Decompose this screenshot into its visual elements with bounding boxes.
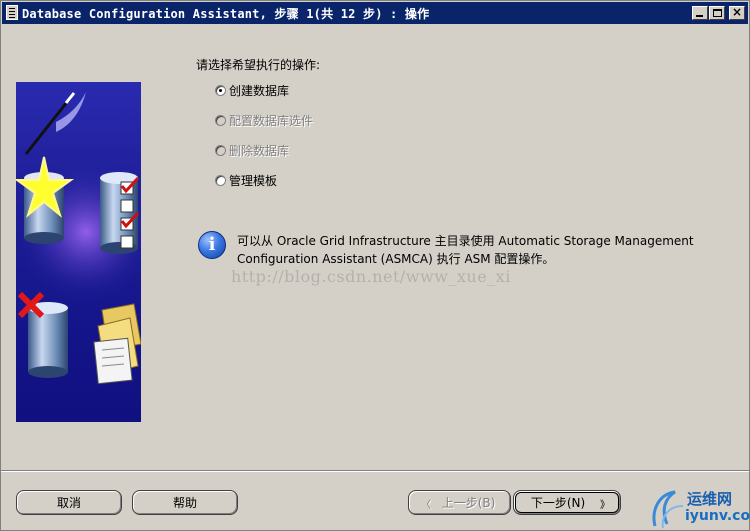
option-label: 管理模板 (229, 173, 278, 188)
back-button[interactable]: 〈 上一步(B) (408, 490, 511, 515)
option-label: 创建数据库 (229, 83, 290, 98)
close-button[interactable]: × (729, 5, 745, 20)
cancel-button[interactable]: 取消 (16, 490, 122, 515)
dbca-window: Database Configuration Assistant, 步骤 1(共… (0, 0, 750, 531)
operation-prompt: 请选择希望执行的操作: (196, 58, 321, 72)
minimize-icon (696, 15, 703, 17)
database-illustration-graphic (16, 92, 141, 385)
option-configure-database-options: 配置数据库选件 (215, 112, 313, 128)
radio-configure-database-options (215, 114, 226, 126)
option-manage-templates[interactable]: 管理模板 (215, 172, 277, 188)
logo-swirl-icon (652, 490, 684, 529)
chevron-left-icon: 〈 (421, 500, 431, 511)
asmca-info-message: 可以从 Oracle Grid Infrastructure 主目录使用 Aut… (237, 234, 694, 266)
radio-create-database[interactable] (215, 84, 226, 96)
site-logo: 运维网 iyunv.com (649, 486, 750, 530)
radio-delete-database (215, 144, 226, 156)
option-create-database[interactable]: 创建数据库 (215, 82, 289, 98)
help-button-label: 帮助 (172, 496, 197, 510)
option-label: 配置数据库选件 (229, 113, 314, 128)
next-button[interactable]: 下一步(N) 》 (513, 490, 621, 515)
radio-manage-templates[interactable] (215, 174, 226, 186)
cylinder-3 (28, 302, 68, 378)
app-icon (6, 5, 18, 20)
maximize-button[interactable] (709, 6, 725, 20)
close-icon: × (731, 5, 743, 19)
footer-divider (1, 470, 749, 472)
window-title: Database Configuration Assistant, 步骤 1(共… (22, 7, 430, 21)
wizard-illustration (16, 82, 141, 422)
logo-text-cn: 运维网 (687, 490, 733, 508)
chevron-right-icon: 》 (600, 500, 610, 511)
option-label: 删除数据库 (229, 143, 290, 158)
watermark-text: http://blog.csdn.net/www_xue_xi (231, 267, 511, 286)
maximize-icon (713, 9, 722, 17)
back-button-label: 上一步(B) (441, 496, 496, 510)
next-button-label: 下一步(N) (530, 496, 586, 510)
minimize-button[interactable] (692, 6, 708, 20)
help-button[interactable]: 帮助 (132, 490, 238, 515)
option-delete-database: 删除数据库 (215, 142, 289, 158)
cancel-button-label: 取消 (56, 496, 81, 510)
logo-text-en: iyunv.com (685, 508, 750, 524)
info-icon: i (198, 231, 226, 259)
title-bar[interactable]: Database Configuration Assistant, 步骤 1(共… (2, 2, 748, 24)
